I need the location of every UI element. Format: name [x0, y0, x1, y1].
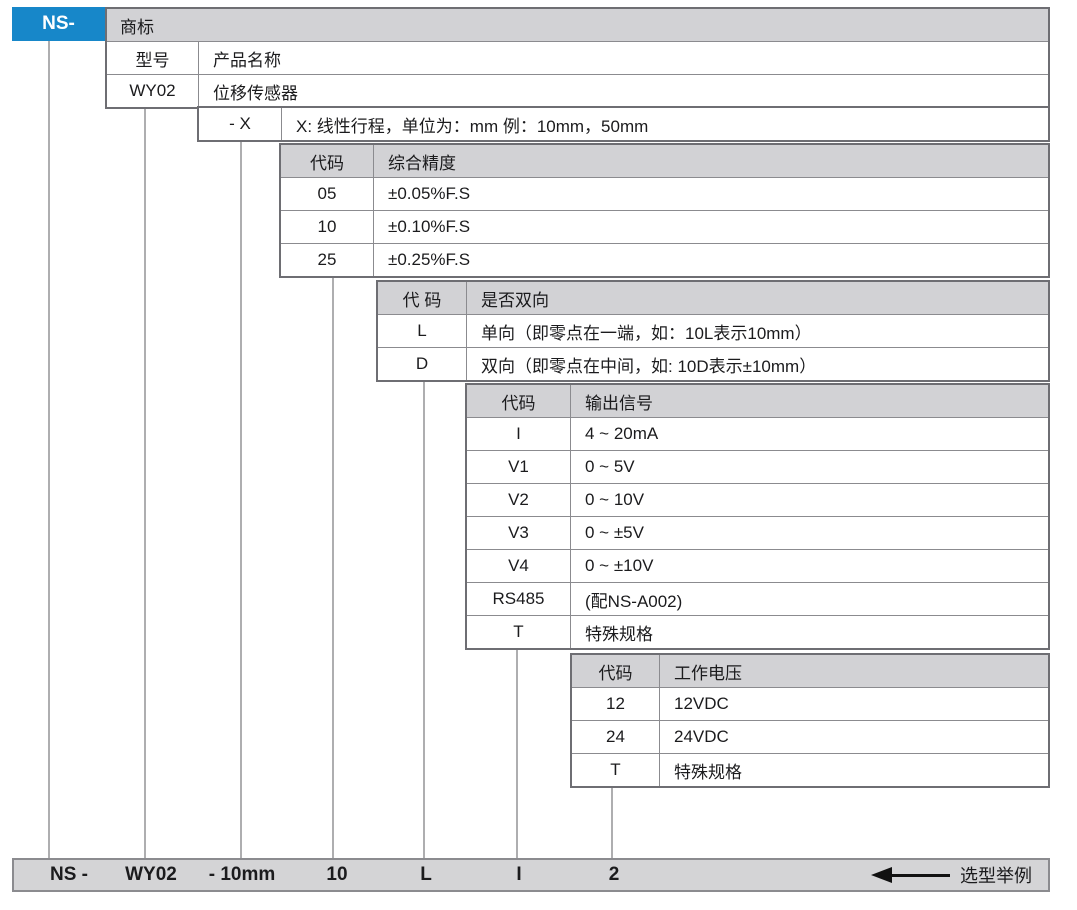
accuracy-header-row: 代码 综合精度 [281, 145, 1048, 177]
output-desc: 0 ~ 10V [571, 484, 1048, 516]
voltage-code: 12 [572, 688, 660, 720]
trademark-row: 商标 [107, 9, 1048, 41]
output-desc: 特殊规格 [571, 616, 1048, 648]
output-code: I [467, 418, 571, 450]
connector-line-voltage [611, 786, 613, 858]
brand-model-table: 商标 型号 产品名称 WY02 位移传感器 [105, 7, 1050, 109]
accuracy-desc: ±0.10%F.S [374, 211, 1048, 243]
connector-line-direction [423, 380, 425, 858]
connector-line-accuracy [332, 276, 334, 858]
output-code: V1 [467, 451, 571, 483]
table-row: 25 ±0.25%F.S [281, 243, 1048, 276]
output-code: V2 [467, 484, 571, 516]
table-row: I 4 ~ 20mA [467, 417, 1048, 450]
model-code: WY02 [107, 75, 199, 107]
direction-desc: 单向（即零点在一端，如：10L表示10mm） [467, 315, 1048, 347]
table-row: T 特殊规格 [467, 615, 1048, 648]
output-desc: 0 ~ ±5V [571, 517, 1048, 549]
arrow-shaft-line [892, 874, 950, 877]
table-row: RS485 (配NS-A002) [467, 582, 1048, 615]
stroke-desc: X: 线性行程，单位为：mm 例：10mm，50mm [282, 108, 1048, 140]
output-desc: (配NS-A002) [571, 583, 1048, 615]
output-code: T [467, 616, 571, 648]
direction-desc: 双向（即零点在中间，如: 10D表示±10mm） [467, 348, 1048, 380]
accuracy-header-code: 代码 [281, 145, 374, 177]
output-desc: 0 ~ 5V [571, 451, 1048, 483]
connector-line-output [516, 649, 518, 858]
accuracy-code: 10 [281, 211, 374, 243]
output-code: V4 [467, 550, 571, 582]
direction-code: L [378, 315, 467, 347]
trademark-label: 商标 [107, 9, 1048, 41]
model-desc: 位移传感器 [199, 75, 1048, 107]
table-row: L 单向（即零点在一端，如：10L表示10mm） [378, 314, 1048, 347]
voltage-desc: 特殊规格 [660, 754, 1048, 786]
direction-header-code: 代 码 [378, 282, 467, 314]
table-row: V2 0 ~ 10V [467, 483, 1048, 516]
example-code-accuracy: 10 [326, 864, 347, 886]
stroke-row: - X X: 线性行程，单位为：mm 例：10mm，50mm [199, 108, 1048, 140]
table-row: V3 0 ~ ±5V [467, 516, 1048, 549]
output-signal-table: 代码 输出信号 I 4 ~ 20mA V1 0 ~ 5V V2 0 ~ 10V … [465, 383, 1050, 650]
example-code-output: I [516, 864, 521, 886]
stroke-table: - X X: 线性行程，单位为：mm 例：10mm，50mm [197, 106, 1050, 142]
voltage-table: 代码 工作电压 12 12VDC 24 24VDC T 特殊规格 [570, 653, 1050, 788]
voltage-header-desc: 工作电压 [660, 655, 1048, 687]
example-code-model: WY02 [125, 864, 177, 886]
voltage-header-code: 代码 [572, 655, 660, 687]
table-row: 12 12VDC [572, 687, 1048, 720]
voltage-code: 24 [572, 721, 660, 753]
table-row: D 双向（即零点在中间，如: 10D表示±10mm） [378, 347, 1048, 380]
table-row: 10 ±0.10%F.S [281, 210, 1048, 243]
model-header-desc: 产品名称 [199, 42, 1048, 74]
output-header-row: 代码 输出信号 [467, 385, 1048, 417]
direction-code: D [378, 348, 467, 380]
direction-table: 代 码 是否双向 L 单向（即零点在一端，如：10L表示10mm） D 双向（即… [376, 280, 1050, 382]
output-header-code: 代码 [467, 385, 571, 417]
accuracy-code: 25 [281, 244, 374, 276]
connector-line-prefix [48, 39, 50, 858]
accuracy-header-desc: 综合精度 [374, 145, 1048, 177]
example-code-prefix: NS - [50, 864, 88, 886]
output-header-desc: 输出信号 [571, 385, 1048, 417]
table-row: 05 ±0.05%F.S [281, 177, 1048, 210]
direction-header-row: 代 码 是否双向 [378, 282, 1048, 314]
voltage-code: T [572, 754, 660, 786]
accuracy-code: 05 [281, 178, 374, 210]
example-label: 选型举例 [960, 862, 1032, 888]
accuracy-desc: ±0.25%F.S [374, 244, 1048, 276]
direction-header-desc: 是否双向 [467, 282, 1048, 314]
output-desc: 0 ~ ±10V [571, 550, 1048, 582]
accuracy-table: 代码 综合精度 05 ±0.05%F.S 10 ±0.10%F.S 25 ±0.… [279, 143, 1050, 278]
voltage-header-row: 代码 工作电压 [572, 655, 1048, 687]
model-header-code: 型号 [107, 42, 199, 74]
stroke-code: - X [199, 108, 282, 140]
table-row: V4 0 ~ ±10V [467, 549, 1048, 582]
model-header-row: 型号 产品名称 [107, 41, 1048, 74]
prefix-label: NS- [42, 13, 75, 35]
table-row: T 特殊规格 [572, 753, 1048, 786]
left-arrow-icon [871, 867, 892, 883]
example-code-voltage: 2 [609, 864, 620, 886]
output-desc: 4 ~ 20mA [571, 418, 1048, 450]
example-pointer: 选型举例 [871, 860, 1032, 890]
accuracy-desc: ±0.05%F.S [374, 178, 1048, 210]
output-code: RS485 [467, 583, 571, 615]
table-row: V1 0 ~ 5V [467, 450, 1048, 483]
example-bar: NS - WY02 - 10mm 10 L I 2 选型举例 [12, 858, 1050, 892]
voltage-desc: 24VDC [660, 721, 1048, 753]
connector-line-stroke [240, 140, 242, 858]
voltage-desc: 12VDC [660, 688, 1048, 720]
table-row: 24 24VDC [572, 720, 1048, 753]
output-code: V3 [467, 517, 571, 549]
example-code-direction: L [420, 864, 432, 886]
model-value-row: WY02 位移传感器 [107, 74, 1048, 107]
ordering-code-diagram: NS- 商标 型号 产品名称 WY02 位移传感器 - X X: 线性行程，单位… [0, 0, 1077, 910]
connector-line-model [144, 106, 146, 858]
prefix-box: NS- [12, 7, 105, 41]
example-code-stroke: - 10mm [209, 864, 276, 886]
